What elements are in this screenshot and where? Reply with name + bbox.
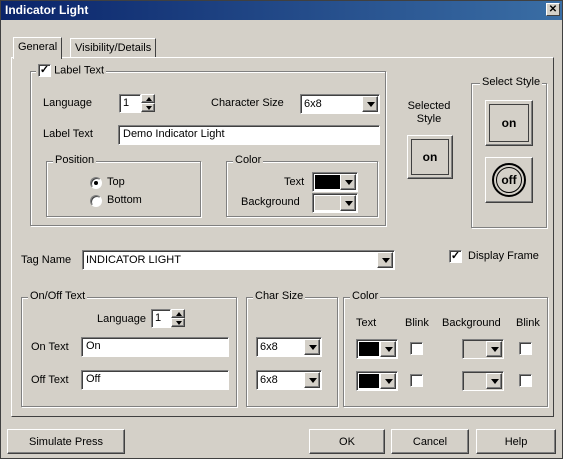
text-color-swatch xyxy=(315,175,340,189)
color-header-blink: Blink xyxy=(405,317,429,329)
off-text-color-select[interactable] xyxy=(356,371,398,391)
dropdown-arrow-icon[interactable] xyxy=(340,174,356,190)
dropdown-arrow-icon[interactable] xyxy=(362,96,378,112)
label-background-color-label: Background xyxy=(241,196,300,208)
off-text-label: Off Text xyxy=(31,374,69,386)
indicator-light-dialog: Indicator Light ✕ General Visibility/Det… xyxy=(0,0,563,459)
onoff-color-legend: Color xyxy=(350,290,381,302)
dropdown-arrow-icon[interactable] xyxy=(486,341,502,357)
position-top-radio[interactable] xyxy=(90,177,102,189)
help-label: Help xyxy=(504,435,528,448)
checkmark-icon: ✓ xyxy=(450,250,461,262)
onoff-language-input[interactable]: 1 xyxy=(151,309,171,328)
position-top-label: Top xyxy=(107,176,125,188)
tab-visibility-details-label: Visibility/Details xyxy=(75,42,152,54)
on-bg-blink-checkbox[interactable] xyxy=(519,342,532,355)
off-text-color-swatch xyxy=(359,374,379,388)
off-text-blink-checkbox[interactable] xyxy=(410,374,423,387)
position-bottom-radio[interactable] xyxy=(90,195,102,207)
cancel-button[interactable]: Cancel xyxy=(391,429,469,454)
spin-up-icon[interactable] xyxy=(141,94,155,103)
display-frame-label: Display Frame xyxy=(468,250,539,262)
language-spinner[interactable] xyxy=(141,94,155,112)
style-option-on[interactable]: on xyxy=(485,100,533,146)
style-option-on-text: on xyxy=(501,116,517,130)
off-bg-blink-checkbox[interactable] xyxy=(519,374,532,387)
char-size-legend: Char Size xyxy=(253,290,306,302)
off-text-input[interactable]: Off xyxy=(81,370,229,390)
close-icon[interactable]: ✕ xyxy=(546,3,560,16)
label-text-checkbox-label: Label Text xyxy=(54,64,105,77)
ok-label: OK xyxy=(339,435,355,448)
on-char-size-select[interactable]: 6x8 xyxy=(256,337,322,357)
spin-up-icon[interactable] xyxy=(171,309,185,318)
dropdown-arrow-icon[interactable] xyxy=(380,373,396,389)
label-text-color-label: Text xyxy=(284,176,305,188)
ok-button[interactable]: OK xyxy=(309,429,385,454)
tag-name-label: Tag Name xyxy=(21,254,72,266)
color-header-bg-blink: Blink xyxy=(516,317,540,329)
dropdown-arrow-icon[interactable] xyxy=(377,252,393,268)
label-text-legend: ✓ Label Text xyxy=(36,64,107,77)
position-legend: Position xyxy=(53,154,97,166)
on-text-blink-checkbox[interactable] xyxy=(410,342,423,355)
tag-name-value: INDICATOR LIGHT xyxy=(86,254,181,266)
selected-style-label: Selected Style xyxy=(407,100,451,125)
position-group xyxy=(46,161,201,217)
on-text-color-swatch xyxy=(359,342,379,356)
style-option-off-text: off xyxy=(501,173,517,187)
simulate-press-label: Simulate Press xyxy=(29,435,103,448)
title-bar: Indicator Light ✕ xyxy=(1,1,562,20)
on-text-label: On Text xyxy=(31,341,69,353)
cancel-label: Cancel xyxy=(412,435,448,448)
checkmark-icon: ✓ xyxy=(39,64,50,76)
off-char-size-select[interactable]: 6x8 xyxy=(256,370,322,390)
language-label: Language xyxy=(43,97,92,109)
dropdown-arrow-icon[interactable] xyxy=(304,372,320,388)
onoff-language-spinner[interactable] xyxy=(171,309,185,327)
language-input[interactable]: 1 xyxy=(119,94,141,113)
simulate-press-button[interactable]: Simulate Press xyxy=(7,429,125,454)
color-header-background: Background xyxy=(442,317,501,329)
display-frame-checkbox[interactable]: ✓ xyxy=(449,250,462,263)
label-text-input[interactable]: Demo Indicator Light xyxy=(118,125,380,145)
dropdown-arrow-icon[interactable] xyxy=(340,195,356,211)
character-size-value: 6x8 xyxy=(304,98,322,110)
label-background-color-select[interactable] xyxy=(312,193,358,213)
tab-general-label: General xyxy=(18,41,58,53)
label-text-checkbox[interactable]: ✓ xyxy=(38,64,51,77)
dropdown-arrow-icon[interactable] xyxy=(380,341,396,357)
selected-style-preview: on xyxy=(407,135,453,179)
character-size-select[interactable]: 6x8 xyxy=(300,94,380,114)
tab-visibility-details[interactable]: Visibility/Details xyxy=(70,38,157,58)
on-char-size-value: 6x8 xyxy=(260,341,278,353)
label-text-field-label: Label Text xyxy=(43,128,93,140)
select-style-legend: Select Style xyxy=(480,76,543,88)
on-text-color-select[interactable] xyxy=(356,339,398,359)
spin-down-icon[interactable] xyxy=(141,103,155,112)
onoff-text-legend: On/Off Text xyxy=(28,290,88,302)
selected-style-preview-text: on xyxy=(422,150,438,164)
off-bg-color-select[interactable] xyxy=(462,371,504,391)
on-bg-color-select[interactable] xyxy=(462,339,504,359)
label-color-legend: Color xyxy=(233,154,264,166)
position-bottom-label: Bottom xyxy=(107,194,142,206)
character-size-label: Character Size xyxy=(211,97,284,109)
off-char-size-value: 6x8 xyxy=(260,374,278,386)
general-tab-page: ✓ Label Text Language 1 Character Size 6… xyxy=(11,57,554,417)
window-title: Indicator Light xyxy=(5,3,89,17)
tab-general[interactable]: General xyxy=(13,37,63,59)
label-text-color-select[interactable] xyxy=(312,172,358,192)
tag-name-select[interactable]: INDICATOR LIGHT xyxy=(82,250,395,270)
on-text-input[interactable]: On xyxy=(81,337,229,357)
spin-down-icon[interactable] xyxy=(171,318,185,327)
onoff-language-label: Language xyxy=(97,313,146,325)
background-color-swatch xyxy=(315,196,340,210)
dropdown-arrow-icon[interactable] xyxy=(304,339,320,355)
style-option-off[interactable]: off xyxy=(485,157,533,203)
help-button[interactable]: Help xyxy=(476,429,556,454)
dropdown-arrow-icon[interactable] xyxy=(486,373,502,389)
color-header-text: Text xyxy=(356,317,377,329)
